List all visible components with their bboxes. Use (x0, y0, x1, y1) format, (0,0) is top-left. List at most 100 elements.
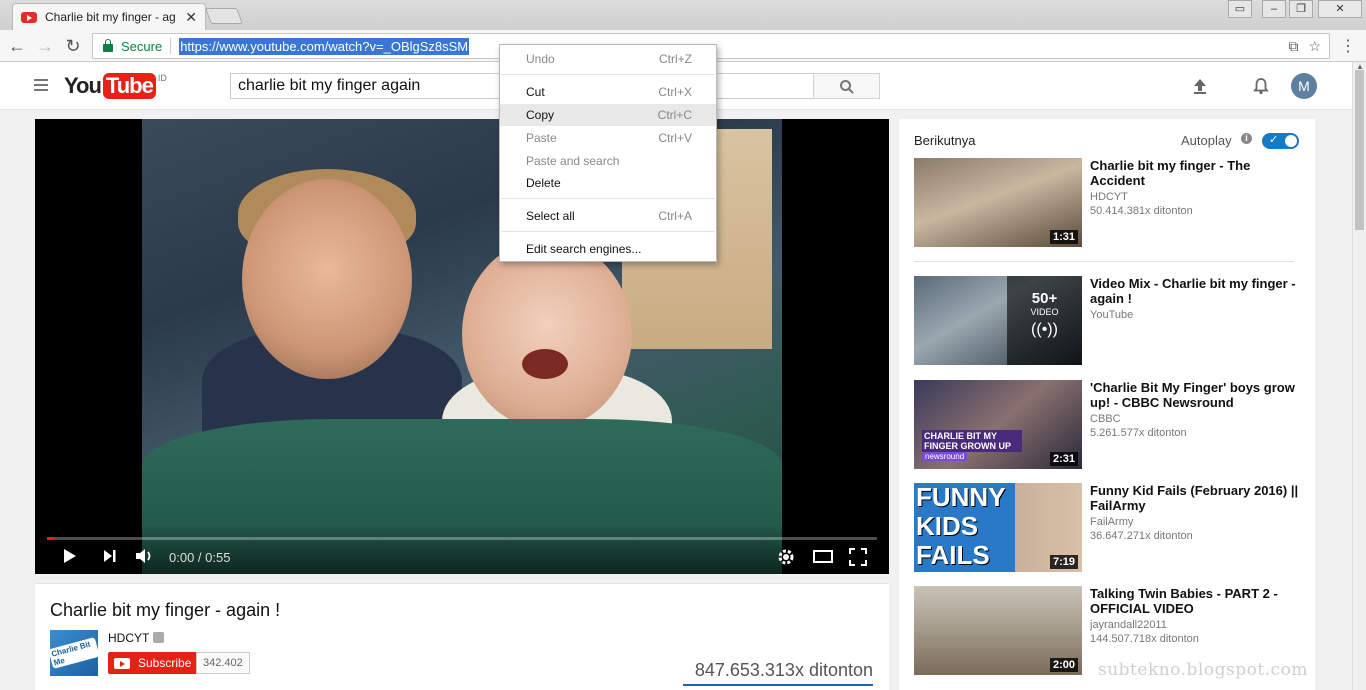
video-info-card: Charlie bit my finger - again ! Charlie … (35, 583, 889, 690)
search-button[interactable] (813, 73, 880, 99)
progress-bar[interactable] (47, 537, 877, 540)
verified-icon (153, 632, 165, 643)
settings-gear-icon[interactable] (777, 548, 795, 566)
channel-name: jayrandall22011 (1090, 619, 1167, 631)
volume-icon[interactable] (135, 548, 155, 564)
thumbnail-tag: newsround (922, 452, 968, 461)
subscribe-button[interactable]: Subscribe (108, 652, 200, 674)
fullscreen-icon[interactable] (849, 548, 867, 566)
channel-name[interactable]: HDCYT (108, 631, 149, 645)
menu-item-label: Edit search engines... (526, 242, 642, 256)
video-thumbnail[interactable]: 1:31 (914, 158, 1082, 247)
play-icon[interactable] (63, 548, 77, 564)
url-text[interactable]: https://www.youtube.com/watch?v=_OBlgSz8… (179, 37, 470, 55)
menu-item-label: Paste and search (526, 154, 620, 168)
next-icon[interactable] (103, 548, 117, 564)
menu-item-undo[interactable]: Undo Ctrl+Z (500, 48, 716, 70)
menu-item-paste[interactable]: Paste Ctrl+V (500, 127, 716, 149)
duration-badge: 7:19 (1049, 555, 1078, 569)
tab-close-icon[interactable]: ✕ (185, 9, 197, 26)
autoplay-toggle[interactable]: ✓ (1262, 133, 1299, 149)
account-avatar[interactable]: M (1291, 73, 1317, 99)
video-title: Charlie bit my finger - again ! (50, 600, 281, 620)
checkmark-icon: ✓ (1269, 134, 1279, 146)
video-title[interactable]: Video Mix - Charlie bit my finger - agai… (1090, 276, 1300, 306)
close-window-button[interactable]: ✕ (1318, 0, 1362, 18)
maximize-button[interactable]: ❐ (1289, 0, 1313, 18)
youtube-logo[interactable]: You Tube ID (64, 73, 167, 99)
view-count: 144.507.718x ditonton (1090, 633, 1199, 645)
list-item[interactable]: CHARLIE BIT MY FINGER GROWN UP newsround… (914, 380, 1300, 470)
menu-item-select-all[interactable]: Select all Ctrl+A (500, 205, 716, 227)
page-scrollbar[interactable]: ▲ (1352, 62, 1366, 690)
bookmark-star-icon[interactable]: ☆ (1308, 38, 1321, 55)
forward-arrow-icon[interactable]: → (34, 35, 56, 57)
new-tab-button[interactable] (205, 8, 243, 24)
video-title[interactable]: Funny Kid Fails (February 2016) || FailA… (1090, 483, 1300, 513)
menu-divider (501, 198, 715, 199)
channel-name: FailArmy (1090, 516, 1134, 528)
theater-mode-icon[interactable] (813, 548, 833, 564)
menu-item-label: Delete (526, 176, 561, 190)
menu-item-label: Paste (526, 131, 557, 145)
thumbnail-caption: CHARLIE BIT MY FINGER GROWN UP (922, 430, 1022, 452)
channel-name-container[interactable]: HDCYT (108, 631, 165, 645)
video-title[interactable]: Talking Twin Babies - PART 2 - OFFICIAL … (1090, 586, 1300, 616)
browser-menu-icon[interactable]: ⋮ (1340, 36, 1356, 56)
logo-you-text: You (64, 73, 102, 98)
back-arrow-icon[interactable]: ← (6, 35, 28, 57)
divider (914, 261, 1294, 262)
menu-item-shortcut: Ctrl+C (657, 108, 692, 122)
tab-title: Charlie bit my finger - ag (45, 10, 176, 24)
menu-item-edit-search-engines[interactable]: Edit search engines... (500, 238, 716, 260)
browser-tab[interactable]: Charlie bit my finger - ag ✕ (12, 3, 206, 30)
video-title[interactable]: 'Charlie Bit My Finger' boys grow up! - … (1090, 380, 1300, 410)
video-thumbnail[interactable]: 50+ VIDEO ((•)) (914, 276, 1082, 365)
menu-item-label: Select all (526, 209, 575, 223)
menu-item-cut[interactable]: Cut Ctrl+X (500, 81, 716, 103)
video-title[interactable]: Charlie bit my finger - The Accident (1090, 158, 1300, 188)
list-item[interactable]: FUNNY KIDS FAILS 7:19 Funny Kid Fails (F… (914, 483, 1300, 573)
video-player[interactable]: 0:00 / 0:55 (35, 119, 889, 574)
minimize-button[interactable]: – (1262, 0, 1286, 18)
secure-label: Secure (121, 38, 163, 54)
menu-item-label: Cut (526, 85, 545, 99)
logo-tube-text: Tube (102, 73, 156, 99)
mix-radio-icon: ((•)) (1031, 321, 1058, 338)
view-count: 36.647.271x ditonton (1090, 530, 1193, 542)
watermark: subtekno.blogspot.com (1098, 660, 1308, 680)
guide-menu-icon[interactable] (34, 79, 48, 94)
channel-thumbnail[interactable]: Charlie Bit Me (48, 630, 100, 676)
baby-face (462, 239, 632, 429)
menu-item-shortcut: Ctrl+V (658, 131, 692, 145)
view-count: 50.414.381x ditonton (1090, 205, 1193, 217)
channel-name: HDCYT (1090, 191, 1128, 203)
duration-badge: 2:31 (1049, 452, 1078, 466)
video-thumbnail[interactable]: 2:00 (914, 586, 1082, 675)
view-count: 5.261.577x ditonton (1090, 427, 1187, 439)
video-thumbnail[interactable]: CHARLIE BIT MY FINGER GROWN UP newsround… (914, 380, 1082, 469)
list-item[interactable]: 1:31 Charlie bit my finger - The Acciden… (914, 158, 1300, 248)
upload-icon[interactable] (1190, 76, 1210, 96)
subscribe-label: Subscribe (138, 656, 192, 670)
menu-item-delete[interactable]: Delete (500, 172, 716, 194)
progress-fill (47, 537, 56, 540)
menu-item-paste-and-search[interactable]: Paste and search (500, 150, 716, 172)
context-menu: Undo Ctrl+Z Cut Ctrl+X Copy Ctrl+C Paste Ctr… (499, 44, 717, 262)
menu-item-copy[interactable]: Copy Ctrl+C (500, 104, 716, 126)
reload-icon[interactable]: ↻ (62, 35, 84, 57)
menu-divider (501, 231, 715, 232)
notifications-bell-icon[interactable] (1251, 76, 1271, 96)
translate-icon[interactable]: ⧉ (1288, 38, 1298, 55)
info-icon[interactable]: i (1241, 133, 1252, 144)
list-item[interactable]: 50+ VIDEO ((•)) Video Mix - Charlie bit … (914, 276, 1300, 366)
menu-item-shortcut: Ctrl+Z (659, 52, 692, 66)
menu-item-label: Undo (526, 52, 555, 66)
video-thumbnail[interactable]: FUNNY KIDS FAILS 7:19 (914, 483, 1082, 572)
subscriber-count: 342.402 (196, 652, 250, 674)
user-profile-button[interactable]: ▭ (1228, 0, 1252, 18)
scrollbar-thumb[interactable] (1355, 70, 1364, 230)
up-next-sidebar: Berikutnya Autoplay i ✓ 1:31 Charlie bit… (899, 119, 1315, 690)
browser-tab-strip: Charlie bit my finger - ag ✕ ▭ – ❐ ✕ (0, 0, 1366, 30)
thumbnail-caption: FUNNY KIDS FAILS (916, 483, 1006, 570)
